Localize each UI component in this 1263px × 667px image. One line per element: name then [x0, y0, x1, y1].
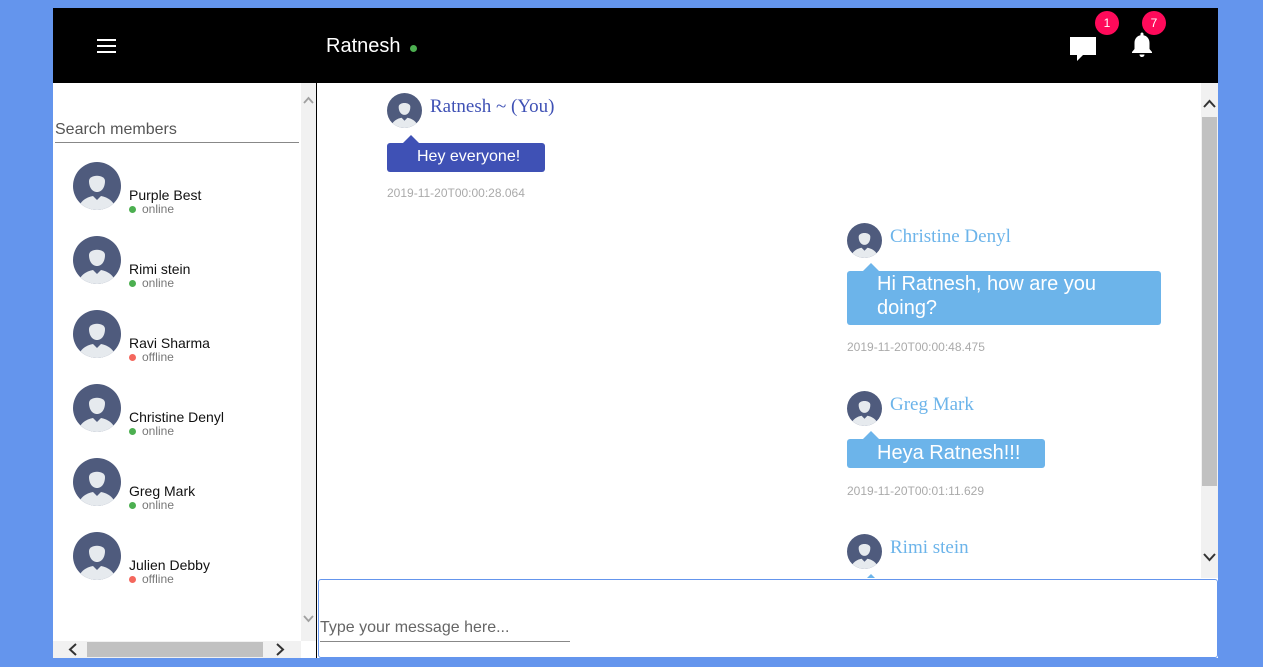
member-status: online [142, 498, 175, 512]
avatar-icon [73, 532, 121, 580]
avatar-icon [73, 310, 121, 358]
status-dot [129, 502, 136, 509]
message-list: Ratnesh ~ (You) Hey everyone! 2019-11-20… [317, 83, 1201, 578]
message-timestamp: 2019-11-20T00:00:28.064 [387, 186, 525, 200]
message-sender: Ratnesh ~ (You) [430, 96, 555, 117]
member-status: online [142, 276, 175, 290]
app-header: Ratnesh 1 7 [53, 8, 1218, 83]
search-input[interactable] [55, 118, 299, 143]
avatar-icon [73, 236, 121, 284]
status-dot [129, 354, 136, 361]
member-status: online [142, 424, 175, 438]
menu-icon[interactable] [97, 39, 116, 53]
notification-badge: 7 [1142, 11, 1166, 35]
avatar-icon [73, 162, 121, 210]
member-name: Purple Best [129, 187, 202, 203]
member-status: offline [142, 572, 174, 586]
message-sender: Greg Mark [890, 394, 974, 415]
sidebar-vertical-scrollbar[interactable] [301, 83, 316, 641]
chevron-right-icon[interactable] [271, 641, 288, 658]
status-dot [129, 280, 136, 287]
message-bubble: Hi Ratnesh, how are you doing? [847, 263, 1161, 325]
member-status: online [142, 202, 175, 216]
message-sender: Christine Denyl [890, 226, 1011, 247]
avatar-icon [387, 93, 422, 128]
avatar-icon [847, 391, 882, 426]
member-item[interactable]: Christine Denyl online [73, 384, 298, 440]
member-item[interactable]: Ravi Sharma offline [73, 310, 298, 366]
bell-icon[interactable] [1131, 31, 1153, 58]
chat-vertical-scrollbar[interactable] [1201, 83, 1218, 578]
avatar-icon [847, 534, 882, 569]
status-dot [129, 428, 136, 435]
avatar-icon [73, 458, 121, 506]
chat-badge: 1 [1095, 11, 1119, 35]
member-status: offline [142, 350, 174, 364]
message-input[interactable] [320, 615, 570, 642]
member-item[interactable]: Greg Mark online [73, 458, 298, 514]
message-timestamp: 2019-11-20T00:00:48.475 [847, 340, 985, 354]
status-dot [129, 576, 136, 583]
conversation-title: Ratnesh [326, 35, 401, 57]
scrollbar-thumb[interactable] [87, 642, 263, 657]
chevron-up-icon[interactable] [301, 93, 316, 108]
online-status-dot [410, 45, 417, 52]
message-sender: Rimi stein [890, 537, 969, 558]
members-sidebar: Purple Best online Rimi stein online Rav… [53, 83, 316, 658]
member-name: Julien Debby [129, 557, 210, 573]
member-name: Ravi Sharma [129, 335, 210, 351]
chevron-left-icon[interactable] [65, 641, 82, 658]
chevron-up-icon[interactable] [1201, 96, 1218, 113]
status-dot [129, 206, 136, 213]
chat-icon[interactable] [1068, 35, 1098, 63]
member-name: Greg Mark [129, 483, 196, 499]
avatar-icon [73, 384, 121, 432]
message-timestamp: 2019-11-20T00:01:11.629 [847, 484, 984, 498]
message-bubble: Heya Ratnesh!!! [847, 431, 1045, 468]
message-text: Hi Ratnesh, how are you doing? [877, 273, 1097, 319]
member-item[interactable]: Julien Debby offline [73, 532, 298, 588]
chevron-down-icon[interactable] [301, 611, 316, 626]
member-item[interactable]: Purple Best online [73, 162, 298, 218]
message-composer [318, 579, 1218, 658]
avatar-icon [847, 223, 882, 258]
member-item[interactable]: Rimi stein online [73, 236, 298, 292]
scrollbar-thumb[interactable] [1202, 117, 1217, 486]
message-text: Heya Ratnesh!!! [877, 442, 1021, 464]
chevron-down-icon[interactable] [1201, 548, 1218, 565]
member-name: Christine Denyl [129, 409, 224, 425]
chat-app: Ratnesh 1 7 Purple Best online Rimi stei… [53, 8, 1218, 658]
sidebar-horizontal-scrollbar[interactable] [53, 641, 301, 658]
message-bubble: Hey everyone! [387, 135, 545, 172]
message-text: Hey everyone! [417, 148, 521, 165]
member-name: Rimi stein [129, 261, 191, 277]
